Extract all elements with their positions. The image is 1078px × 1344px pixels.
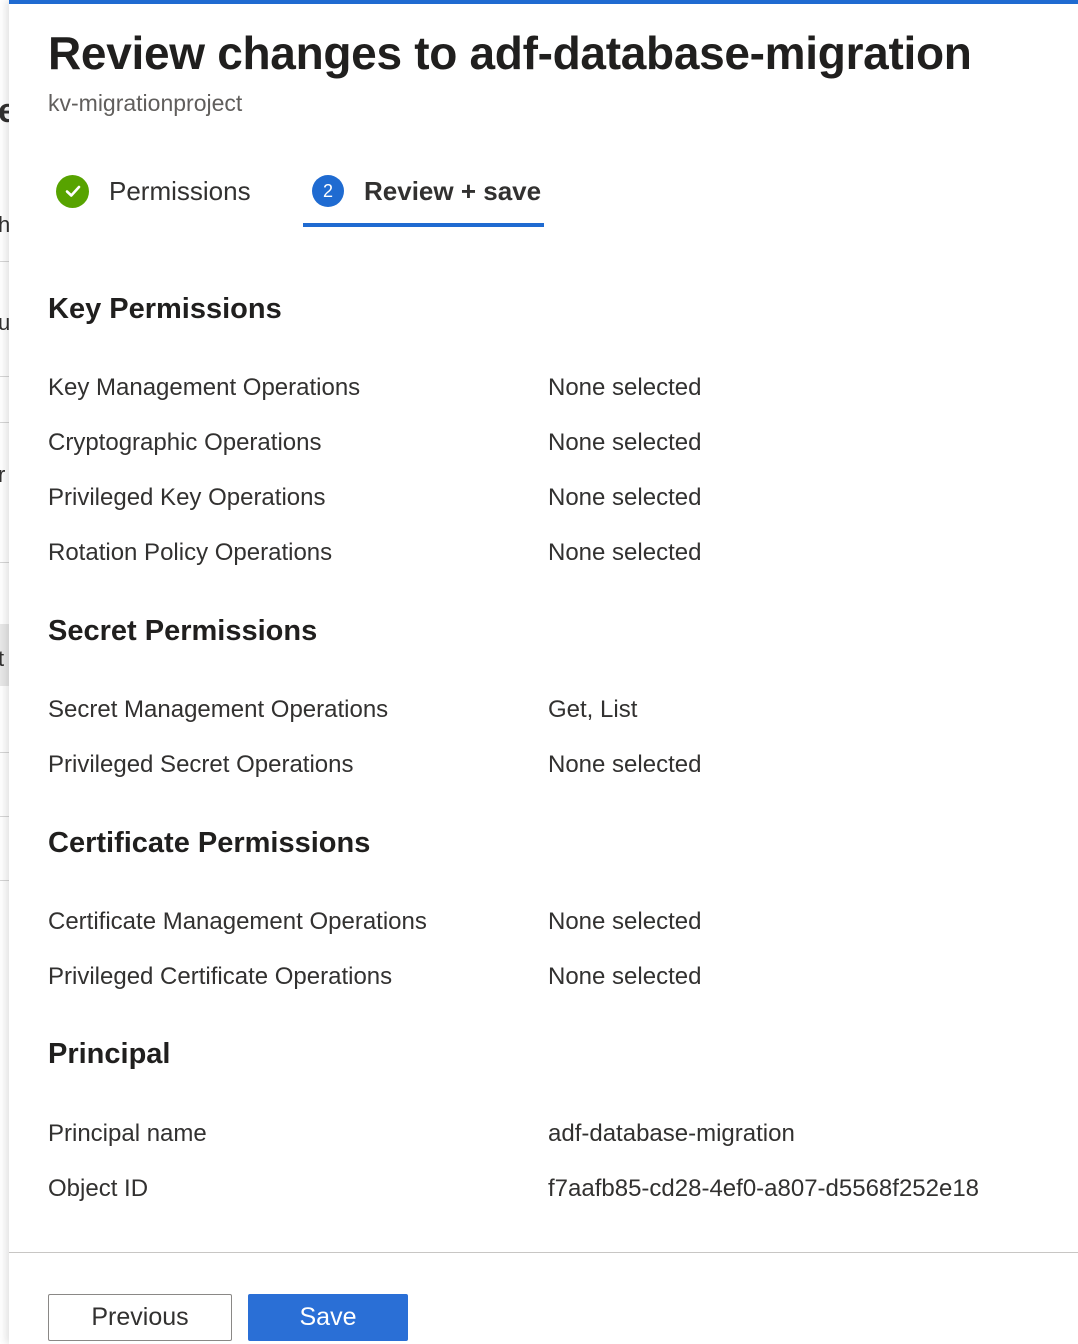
row-value: None selected	[548, 374, 702, 401]
row-value: None selected	[548, 908, 702, 935]
row-label: Secret Management Operations	[48, 696, 389, 723]
step-number-badge: 2	[312, 175, 344, 207]
step-label: Review + save	[364, 175, 542, 206]
background-text-fragment: h	[0, 212, 9, 237]
row-label: Key Management Operations	[48, 374, 361, 401]
row-value: adf-database-migration	[548, 1120, 795, 1147]
background-page-edge: e h u r t	[0, 0, 9, 1344]
step-label: Permissions	[109, 175, 251, 206]
footer-divider	[9, 1252, 1078, 1253]
save-button[interactable]: Save	[248, 1294, 408, 1341]
section-title-principal: Principal	[48, 1038, 171, 1070]
row-value: f7aafb85-cd28-4ef0-a807-d5568f252e18	[548, 1175, 980, 1202]
row-value: None selected	[548, 429, 702, 456]
check-circle-icon	[56, 174, 89, 208]
background-divider	[0, 880, 9, 881]
background-text-fragment: t	[0, 646, 5, 671]
background-divider	[0, 752, 9, 753]
step-permissions[interactable]: Permissions	[56, 166, 251, 216]
row-label: Rotation Policy Operations	[48, 539, 333, 566]
section-title-key-permissions: Key Permissions	[48, 293, 282, 325]
background-text-fragment: u	[0, 310, 9, 335]
row-label: Privileged Certificate Operations	[48, 963, 393, 990]
previous-button[interactable]: Previous	[48, 1294, 232, 1341]
page-title: Review changes to adf-database-migration	[48, 27, 972, 79]
background-divider	[0, 376, 9, 377]
background-divider	[0, 261, 9, 262]
row-value: None selected	[548, 751, 702, 778]
background-divider	[0, 562, 9, 563]
active-step-indicator	[303, 223, 544, 227]
row-label: Certificate Management Operations	[48, 908, 427, 935]
background-divider	[0, 422, 9, 423]
row-label: Object ID	[48, 1175, 149, 1202]
row-label: Privileged Key Operations	[48, 484, 326, 511]
row-label: Principal name	[48, 1120, 207, 1147]
row-value: None selected	[548, 484, 702, 511]
step-review-save[interactable]: 2 Review + save	[312, 166, 541, 216]
row-value: None selected	[548, 539, 702, 566]
background-divider	[0, 816, 9, 817]
section-title-secret-permissions: Secret Permissions	[48, 615, 318, 647]
row-label: Privileged Secret Operations	[48, 751, 354, 778]
row-value: Get, List	[548, 696, 638, 723]
review-blade: Review changes to adf-database-migration…	[9, 0, 1078, 1344]
page-subtitle: kv-migrationproject	[48, 90, 243, 116]
row-value: None selected	[548, 963, 702, 990]
section-title-certificate-permissions: Certificate Permissions	[48, 827, 371, 859]
background-text-fragment: r	[0, 462, 6, 487]
background-text-fragment: e	[0, 92, 9, 131]
row-label: Cryptographic Operations	[48, 429, 322, 456]
